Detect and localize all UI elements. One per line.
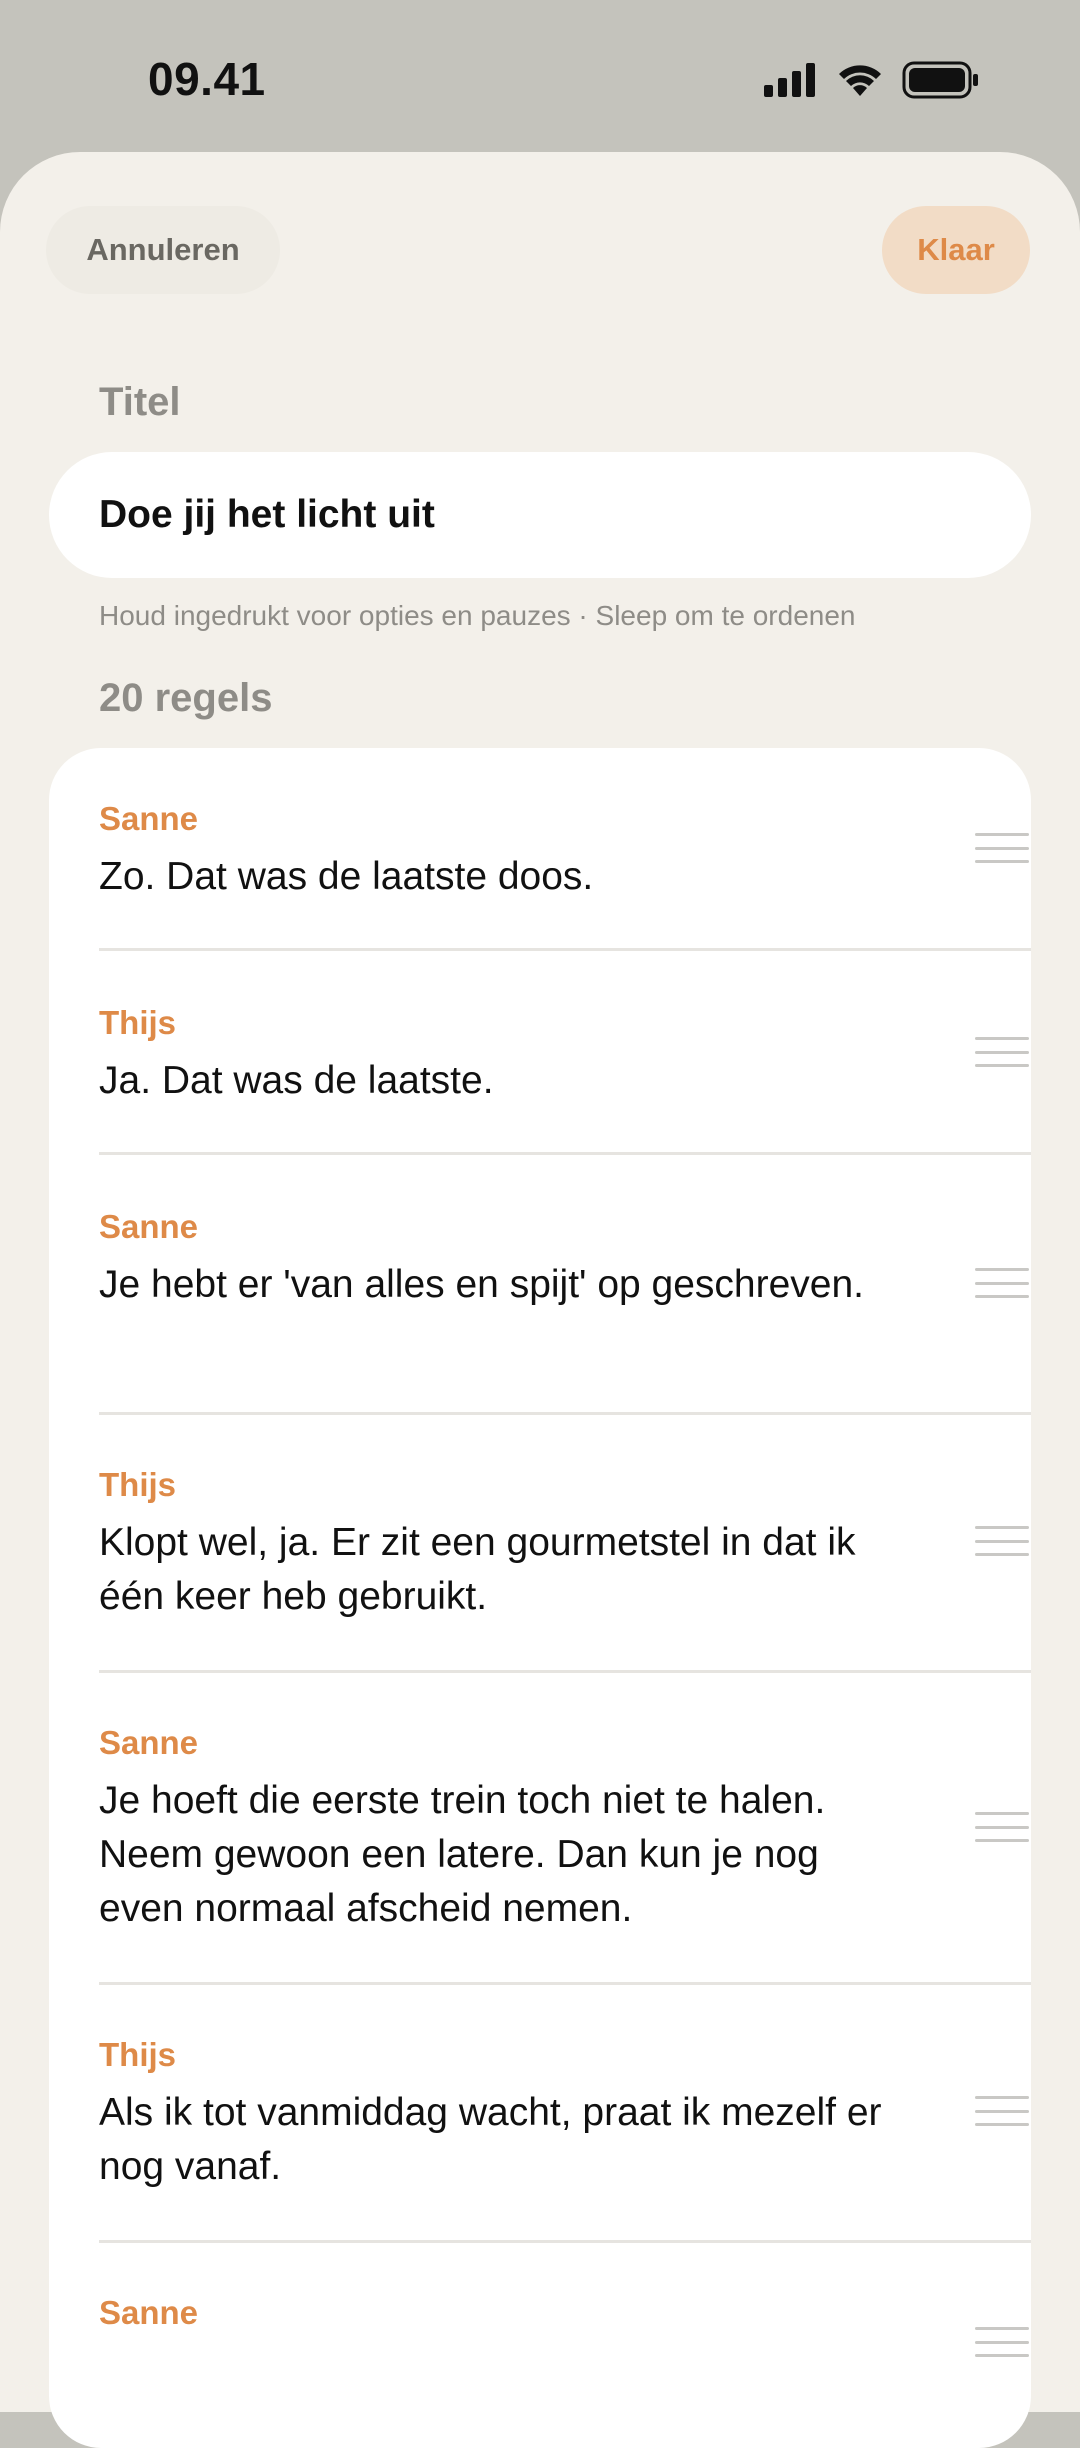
drag-handle-icon[interactable] [975,1268,1029,1298]
status-time: 09.41 [148,53,266,105]
wifi-icon [839,65,881,96]
drag-handle-icon[interactable] [975,2096,1029,2126]
speaker-name: Thijs [99,2036,177,2073]
speaker-name: Thijs [99,1004,177,1041]
drag-handle-icon[interactable] [975,1037,1029,1067]
divider [99,1152,1031,1155]
divider [99,1982,1031,1985]
drag-handle-icon[interactable] [975,833,1029,863]
battery-icon [902,61,978,99]
divider [99,2240,1031,2243]
title-input[interactable]: Doe jij het licht uit [49,452,1031,578]
title-label: Titel [99,380,181,424]
line-text: Als ik tot vanmiddag wacht, praat ik mez… [99,2091,882,2188]
done-button[interactable]: Klaar [882,206,1030,294]
divider [99,948,1031,951]
line-text: Zo. Dat was de laatste doos. [99,855,594,898]
drag-handle-icon[interactable] [975,1812,1029,1842]
cancel-button[interactable]: Annuleren [46,206,280,294]
lines-list: Sanne Zo. Dat was de laatste doos. Thijs… [49,748,1031,2448]
speaker-name: Sanne [99,800,199,837]
line-text: Je hoeft die eerste trein toch niet te h… [99,1779,826,1930]
speaker-name: Sanne [99,1208,199,1245]
lines-count-label: 20 regels [99,676,273,720]
speaker-name: Sanne [99,2294,199,2331]
status-bar: 09.41 [0,0,1080,150]
drag-handle-icon[interactable] [975,2327,1029,2357]
drag-handle-icon[interactable] [975,1526,1029,1556]
line-text: Ja. Dat was de laatste. [99,1059,494,1102]
speaker-name: Thijs [99,1466,177,1503]
divider [99,1412,1031,1415]
hint-text: Houd ingedrukt voor opties en pauzes · S… [99,600,856,631]
divider [99,1670,1031,1673]
line-text: Je hebt er 'van alles en spijt' op gesch… [99,1263,865,1306]
speaker-name: Sanne [99,1724,199,1761]
cellular-signal-icon [764,63,815,97]
status-icons [764,60,980,100]
line-text: Klopt wel, ja. Er zit een gourmetstel in… [99,1521,856,1618]
